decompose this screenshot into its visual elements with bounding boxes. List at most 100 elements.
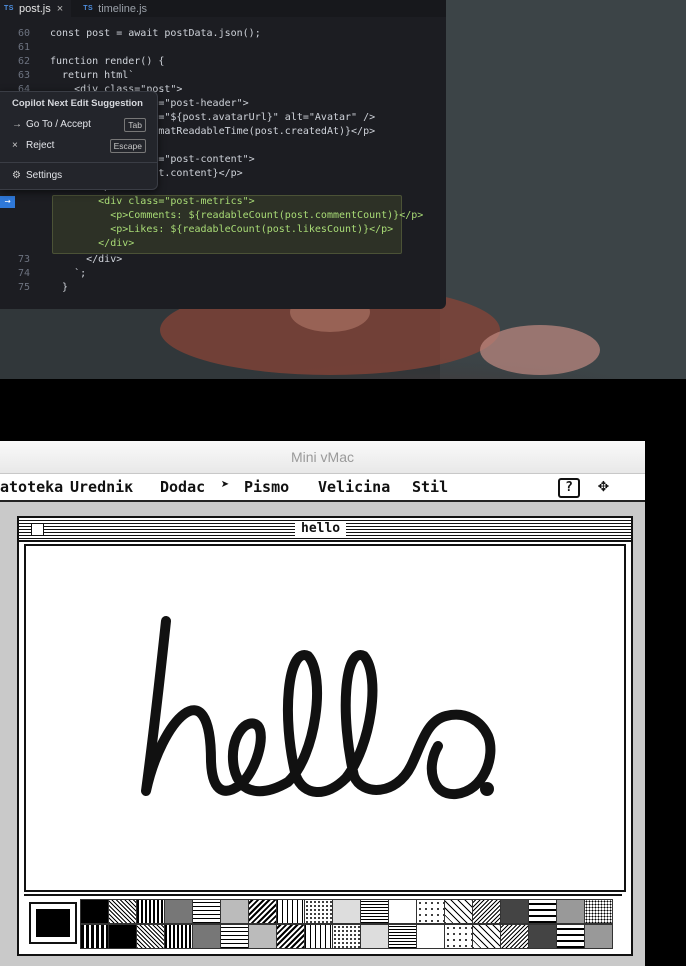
pattern-swatch[interactable]: [220, 924, 249, 949]
macpaint-desktop: hello: [0, 502, 645, 966]
line-number: 60: [17, 28, 30, 39]
pattern-swatch[interactable]: [80, 924, 109, 949]
pattern-swatch[interactable]: [332, 924, 361, 949]
settings-menu-item[interactable]: ⚙ Settings: [12, 168, 146, 184]
pattern-swatch[interactable]: [332, 899, 361, 924]
pattern-swatch[interactable]: [108, 899, 137, 924]
code-line[interactable]: 73 </div>: [0, 253, 122, 267]
pattern-swatch[interactable]: [164, 924, 193, 949]
code-line[interactable]: <p>Comments: ${readableCount(post.commen…: [0, 209, 423, 223]
code-text: function render() {: [50, 56, 165, 67]
pattern-swatch[interactable]: [584, 924, 613, 949]
code-line[interactable]: 60 const post = await postData.json();: [0, 27, 261, 41]
pattern-swatch[interactable]: [388, 924, 417, 949]
pattern-swatch[interactable]: [472, 924, 501, 949]
code-line[interactable]: 75 }: [0, 281, 68, 295]
keybinding-badge: Tab: [124, 118, 146, 132]
go-to-accept-menu-item[interactable]: → Go To / Accept Tab: [12, 117, 146, 133]
line-number: 75: [17, 282, 30, 293]
pattern-swatch[interactable]: [556, 899, 585, 924]
hello-drawing: [141, 616, 496, 799]
pattern-swatch[interactable]: [164, 899, 193, 924]
typescript-icon: TS: [83, 5, 94, 12]
pattern-swatch[interactable]: [108, 924, 137, 949]
code-text: <p>Likes: ${readableCount(post.likesCoun…: [50, 224, 394, 235]
menu-item-label: Go To / Accept: [26, 119, 91, 130]
menu-goodies[interactable]: Dodac: [160, 478, 205, 496]
pattern-swatch[interactable]: [192, 924, 221, 949]
code-line[interactable]: 74 `;: [0, 267, 86, 281]
pattern-swatch[interactable]: [416, 924, 445, 949]
code-line[interactable]: 63 return html`: [0, 69, 134, 83]
pattern-swatch[interactable]: [360, 924, 389, 949]
pattern-swatch[interactable]: [444, 924, 473, 949]
pattern-palette: [24, 894, 622, 952]
code-line[interactable]: 61: [0, 41, 50, 55]
pattern-swatch[interactable]: [220, 899, 249, 924]
pattern-swatch[interactable]: [276, 899, 305, 924]
minivmac-window: Mini vMac atoteka Uredniк Dodac Pismo Ve…: [0, 441, 645, 966]
menu-style[interactable]: Stil: [412, 478, 448, 496]
editor-tabs: TS post.js × TS timeline.js: [0, 0, 446, 17]
pattern-swatch[interactable]: [500, 924, 529, 949]
current-pattern-swatch[interactable]: [29, 902, 77, 944]
menu-edit[interactable]: Uredniк: [70, 478, 133, 496]
popup-title: Copilot Next Edit Suggestion: [12, 98, 143, 109]
pattern-swatch[interactable]: [584, 899, 613, 924]
pattern-swatch[interactable]: [388, 899, 417, 924]
gear-icon: ⚙: [12, 170, 21, 181]
tab-label: post.js: [18, 2, 51, 15]
document-title: hello: [295, 521, 347, 537]
menu-item-label: Reject: [26, 140, 55, 151]
tools-icon[interactable]: ✥: [598, 475, 609, 496]
pattern-swatch[interactable]: [80, 899, 109, 924]
code-text: const post = await postData.json();: [50, 28, 261, 39]
code-line[interactable]: </div>: [0, 237, 134, 251]
pattern-swatch[interactable]: [304, 899, 333, 924]
pattern-swatch[interactable]: [136, 899, 165, 924]
drawing-canvas[interactable]: [24, 544, 626, 892]
document-titlebar[interactable]: hello: [19, 518, 631, 542]
code-text: <div class="post-metrics">: [50, 196, 255, 207]
top-screenshot: TS post.js × TS timeline.js → 60 const po…: [0, 0, 686, 379]
code-line[interactable]: <div class="post-metrics">: [0, 195, 255, 209]
code-text: return html`: [50, 70, 135, 81]
copilot-suggestion-popup: Copilot Next Edit Suggestion → Go To / Ac…: [0, 91, 158, 190]
tab-post-js[interactable]: TS post.js ×: [0, 0, 72, 17]
pattern-swatch[interactable]: [136, 924, 165, 949]
close-icon: ×: [12, 140, 18, 151]
document-window: hello: [17, 516, 633, 956]
code-text: <p>Comments: ${readableCount(post.commen…: [50, 210, 424, 221]
pattern-swatch[interactable]: [444, 899, 473, 924]
menu-font[interactable]: Pismo: [244, 478, 289, 496]
line-number: 63: [17, 70, 30, 81]
menu-size[interactable]: Velicina: [318, 478, 390, 496]
pattern-swatch[interactable]: [556, 924, 585, 949]
pattern-swatch[interactable]: [192, 899, 221, 924]
pattern-swatch[interactable]: [276, 924, 305, 949]
pattern-swatch[interactable]: [528, 899, 557, 924]
typescript-icon: TS: [4, 5, 14, 12]
pattern-swatch[interactable]: [416, 899, 445, 924]
help-icon[interactable]: ?: [558, 478, 580, 498]
pattern-swatch[interactable]: [304, 924, 333, 949]
code-line[interactable]: <p>Likes: ${readableCount(post.likesCoun…: [0, 223, 393, 237]
line-number: 74: [17, 268, 30, 279]
arrow-right-icon: →: [12, 119, 22, 130]
pattern-swatch[interactable]: [528, 924, 557, 949]
close-box-icon[interactable]: [31, 523, 44, 536]
window-title: Mini vMac: [0, 441, 645, 474]
reject-menu-item[interactable]: × Reject Escape: [12, 138, 146, 154]
mouse-pointer-icon: ➤: [221, 477, 230, 493]
code-line[interactable]: 62 function render() {: [0, 55, 164, 69]
pattern-swatch[interactable]: [500, 899, 529, 924]
pattern-swatch[interactable]: [248, 899, 277, 924]
close-icon[interactable]: ×: [57, 3, 63, 15]
menu-file[interactable]: atoteka: [0, 478, 63, 496]
tab-timeline-js[interactable]: TS timeline.js: [79, 0, 155, 17]
black-fill: [36, 909, 70, 937]
pattern-swatch[interactable]: [472, 899, 501, 924]
pattern-swatch[interactable]: [248, 924, 277, 949]
pattern-swatch[interactable]: [360, 899, 389, 924]
line-number: 62: [17, 56, 30, 67]
